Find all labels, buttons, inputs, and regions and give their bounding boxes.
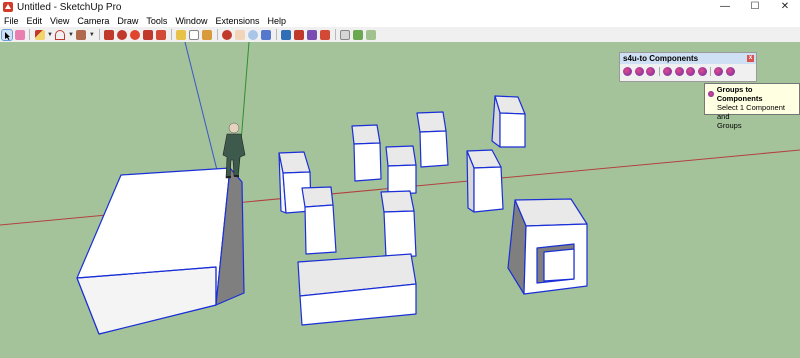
zoom-extents-icon[interactable] [261,29,272,40]
large-box-group[interactable] [76,167,245,335]
offset-icon[interactable] [156,29,167,40]
hollow-box-group[interactable] [507,198,588,295]
toolbar-separator [658,67,660,76]
chevron-down-icon[interactable]: ▼ [47,32,53,38]
toolbar-separator [710,67,712,76]
toolbar-title[interactable]: s4u-to Components x [620,53,756,64]
s4u-tool-5-icon[interactable] [674,67,684,76]
pan-icon[interactable] [235,29,246,40]
menu-view[interactable]: View [46,16,73,26]
s4u-tool-7-icon[interactable] [697,67,707,76]
tooltip-description: Groups [717,121,742,130]
solid-tools-icon[interactable] [340,29,351,40]
title-bar: Untitled - SketchUp Pro [0,0,800,14]
move-icon[interactable] [117,29,128,40]
tooltip-description: Select 1 Component and [717,103,785,121]
modeling-viewport[interactable] [0,42,800,358]
menu-file[interactable]: File [0,16,23,26]
sandbox-icon[interactable] [353,29,364,40]
text-icon[interactable] [189,29,200,40]
s4u-tool-3-icon[interactable] [646,67,656,76]
chevron-down-icon[interactable]: ▼ [89,32,95,38]
styles-icon[interactable] [366,29,377,40]
toolbar-separator [98,29,100,40]
pencil-line-icon[interactable] [34,29,45,40]
toolbar-separator [334,29,336,40]
sketchup-app-icon [3,2,13,12]
push-pull-icon[interactable] [104,29,115,40]
box-group[interactable] [301,186,337,255]
toolbar-separator [29,29,30,40]
menu-draw[interactable]: Draw [113,16,142,26]
box-group[interactable] [491,95,526,148]
3d-warehouse-icon[interactable] [281,29,292,40]
wide-box-group[interactable] [297,253,417,326]
blue-axis [184,42,223,191]
toolbar-separator [275,29,277,40]
menu-bar: File Edit View Camera Draw Tools Window … [0,14,800,27]
main-toolbar: ▼ ▼ ▼ [0,27,800,43]
s4u-tool-4-icon[interactable] [663,67,673,76]
toolbar-title-text: s4u-to Components [623,54,699,63]
minimize-button[interactable]: — [710,0,740,14]
scene-canvas[interactable] [0,42,800,358]
tooltip-title: Groups to Components [708,85,796,103]
menu-tools[interactable]: Tools [142,16,171,26]
tooltip-title-text: Groups to Components [716,85,763,103]
tape-measure-icon[interactable] [176,29,187,40]
box-group[interactable] [385,145,417,195]
toolbar-separator [170,29,172,40]
box-group[interactable] [466,149,504,213]
box-group[interactable] [380,190,417,258]
maximize-button[interactable]: ☐ [740,0,770,14]
box-group[interactable] [351,124,382,182]
rectangle-icon[interactable] [76,29,87,40]
chevron-down-icon[interactable]: ▼ [68,32,74,38]
groups-to-components-icon [708,91,714,97]
select-icon[interactable] [0,28,13,41]
extension-warehouse-icon[interactable] [294,29,305,40]
paint-bucket-icon[interactable] [202,29,213,40]
rotate-icon[interactable] [130,29,141,40]
s4u-tool-1-icon[interactable] [623,67,633,76]
tooltip: Groups to Components Select 1 Component … [704,83,800,130]
extension-manager-icon[interactable] [320,29,331,40]
s4u-tool-2-icon[interactable] [634,67,644,76]
window-title: Untitled - SketchUp Pro [17,1,122,13]
toolbar-separator [216,29,218,40]
zoom-icon[interactable] [248,29,259,40]
menu-help[interactable]: Help [263,16,290,26]
groups-to-components-icon[interactable] [714,67,724,76]
s4u-tool-9-icon[interactable] [726,67,736,76]
eraser-icon[interactable] [14,29,25,40]
orbit-icon[interactable] [222,29,233,40]
box-group[interactable] [416,111,449,168]
s4u-tool-6-icon[interactable] [686,67,696,76]
menu-window[interactable]: Window [171,16,211,26]
close-icon[interactable]: x [747,55,754,62]
layout-icon[interactable] [307,29,318,40]
scale-icon[interactable] [143,29,154,40]
menu-camera[interactable]: Camera [73,16,113,26]
menu-extensions[interactable]: Extensions [211,16,263,26]
menu-edit[interactable]: Edit [23,16,47,26]
s4u-components-toolbar: s4u-to Components x [619,52,757,82]
arc-icon[interactable] [55,29,66,40]
close-button[interactable]: ✕ [770,0,800,14]
